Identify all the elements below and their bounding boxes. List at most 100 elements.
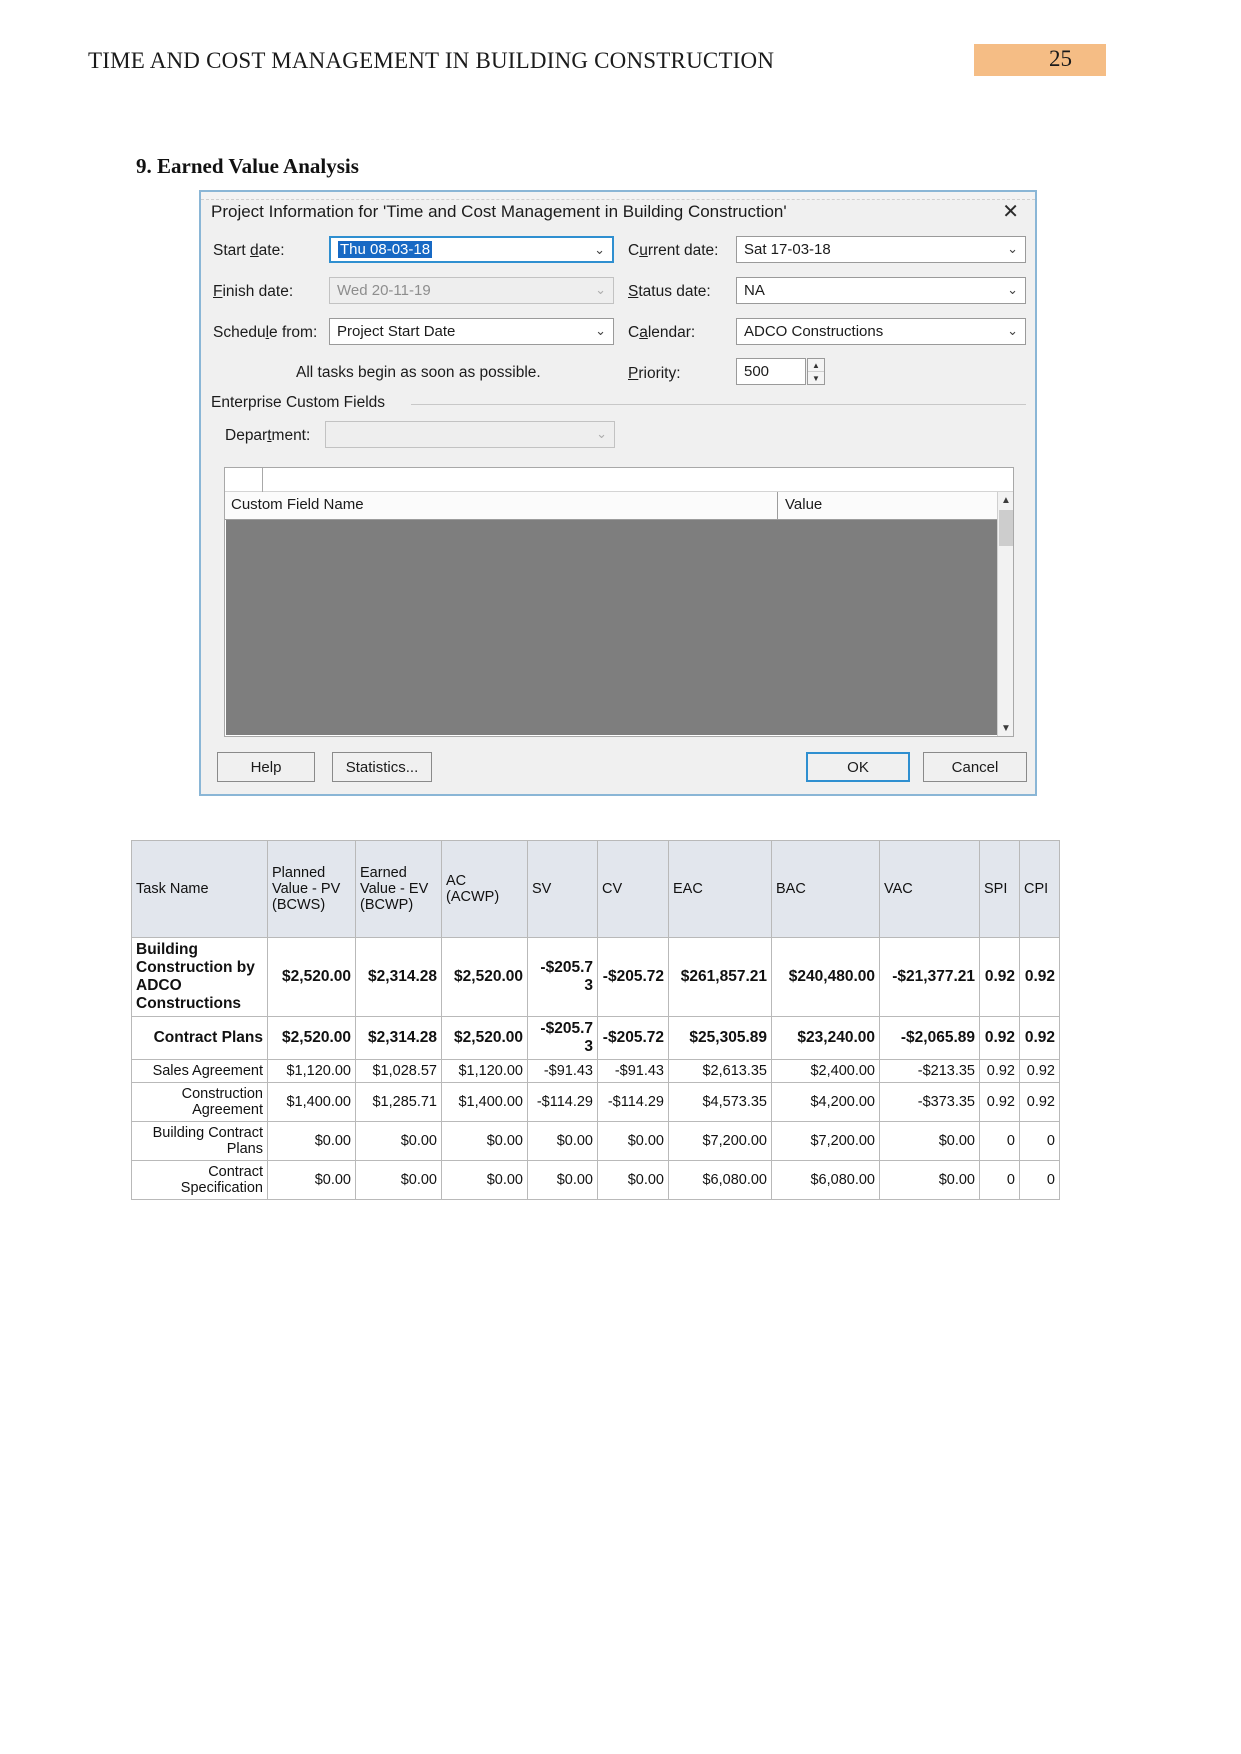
- cell-sv: -$205.73: [527, 1016, 598, 1060]
- grid-vertical-scrollbar[interactable]: ▲ ▼: [997, 492, 1013, 736]
- scrollbar-thumb[interactable]: [999, 510, 1013, 546]
- cancel-button[interactable]: Cancel: [923, 752, 1027, 782]
- earned-value-analysis-table: Task Name Planned Value - PV (BCWS) Earn…: [131, 840, 1060, 1200]
- chevron-down-icon: ⌄: [595, 323, 606, 338]
- cell-cpi: 0: [1019, 1160, 1060, 1200]
- cell-ac: $0.00: [441, 1121, 528, 1161]
- cell-bac: $2,400.00: [771, 1059, 880, 1083]
- page-number-badge: 25: [974, 44, 1106, 76]
- stepper-up-icon[interactable]: ▲: [808, 359, 824, 372]
- cell-sv: $0.00: [527, 1121, 598, 1161]
- cell-vac: -$2,065.89: [879, 1016, 980, 1060]
- table-header-row: Task Name Planned Value - PV (BCWS) Earn…: [131, 840, 1060, 938]
- start-date-label: Start date:: [213, 242, 285, 259]
- ok-button[interactable]: OK: [806, 752, 910, 782]
- status-date-label: Status date:: [628, 283, 711, 300]
- close-icon[interactable]: ✕: [1002, 202, 1019, 222]
- cell-cpi: 0.92: [1019, 1016, 1060, 1060]
- chevron-down-icon: ⌄: [1007, 241, 1018, 256]
- cell-eac: $7,200.00: [668, 1121, 772, 1161]
- help-button-label: Help: [250, 758, 282, 776]
- cell-ac: $2,520.00: [441, 1016, 528, 1060]
- table-row: Building Contract Plans $0.00 $0.00 $0.00 $0…: [131, 1121, 1060, 1161]
- cell-ev: $1,285.71: [355, 1082, 442, 1122]
- finish-date-value: Wed 20-11-19: [337, 282, 431, 299]
- document-title: TIME AND COST MANAGEMENT IN BUILDING CON…: [88, 48, 775, 73]
- cell-sv: $0.00: [527, 1160, 598, 1200]
- cell-ev: $1,028.57: [355, 1059, 442, 1083]
- cell-ac: $0.00: [441, 1160, 528, 1200]
- cell-ev: $2,314.28: [355, 937, 442, 1017]
- cell-vac: -$21,377.21: [879, 937, 980, 1017]
- table-row: Building Construction by ADCO Constructi…: [131, 937, 1060, 1017]
- cell-cpi: 0.92: [1019, 1082, 1060, 1122]
- cell-bac: $23,240.00: [771, 1016, 880, 1060]
- cell-vac: $0.00: [879, 1121, 980, 1161]
- calendar-combo[interactable]: ADCO Constructions ⌄: [736, 318, 1026, 345]
- current-date-combo[interactable]: Sat 17-03-18 ⌄: [736, 236, 1026, 263]
- grid-top-bar: [225, 468, 1013, 492]
- chevron-down-icon: ⌄: [595, 282, 606, 297]
- col-earned-value: Earned Value - EV (BCWP): [355, 840, 442, 938]
- cell-sv: -$114.29: [527, 1082, 598, 1122]
- cell-pv: $1,120.00: [267, 1059, 356, 1083]
- group-divider: [411, 404, 1026, 405]
- project-information-dialog: Project Information for 'Time and Cost M…: [199, 190, 1037, 796]
- cell-pv: $1,400.00: [267, 1082, 356, 1122]
- priority-value: 500: [744, 363, 770, 380]
- finish-date-label: Finish date:: [213, 283, 294, 300]
- col-planned-value: Planned Value - PV (BCWS): [267, 840, 356, 938]
- section-heading: 9. Earned Value Analysis: [136, 154, 359, 178]
- cell-bac: $7,200.00: [771, 1121, 880, 1161]
- calendar-value: ADCO Constructions: [744, 323, 884, 340]
- help-button[interactable]: Help: [217, 752, 315, 782]
- cell-cv: -$205.72: [597, 937, 669, 1017]
- cancel-button-label: Cancel: [951, 758, 999, 776]
- chevron-down-icon: ⌄: [1007, 282, 1018, 297]
- cell-task-name: Building Construction by ADCO Constructi…: [131, 937, 268, 1017]
- cell-task-name: Sales Agreement: [131, 1059, 268, 1083]
- status-date-combo[interactable]: NA ⌄: [736, 277, 1026, 304]
- start-date-value: Thu 08-03-18: [338, 241, 433, 258]
- scroll-down-icon[interactable]: ▼: [998, 720, 1014, 736]
- col-sv: SV: [527, 840, 598, 938]
- cell-ac: $2,520.00: [441, 937, 528, 1017]
- col-eac: EAC: [668, 840, 772, 938]
- scroll-up-icon[interactable]: ▲: [998, 492, 1014, 508]
- grid-header-row: Custom Field Name Value: [225, 492, 1013, 520]
- earned-value-analysis-table-wrapper: Task Name Planned Value - PV (BCWS) Earn…: [131, 840, 1060, 1200]
- priority-input[interactable]: 500: [736, 358, 806, 385]
- cell-cv: -$205.72: [597, 1016, 669, 1060]
- table-row: Sales Agreement $1,120.00 $1,028.57 $1,120.…: [131, 1059, 1060, 1083]
- chevron-down-icon: ⌄: [596, 426, 607, 441]
- grid-col-custom-field-name: Custom Field Name: [231, 496, 364, 513]
- cell-cv: -$114.29: [597, 1082, 669, 1122]
- chevron-down-icon: ⌄: [1007, 323, 1018, 338]
- page-header: TIME AND COST MANAGEMENT IN BUILDING CON…: [0, 44, 1241, 88]
- cell-cpi: 0: [1019, 1121, 1060, 1161]
- schedule-from-combo[interactable]: Project Start Date ⌄: [329, 318, 614, 345]
- cell-cpi: 0.92: [1019, 1059, 1060, 1083]
- priority-label: Priority:: [628, 365, 681, 382]
- cell-vac: -$373.35: [879, 1082, 980, 1122]
- schedule-from-value: Project Start Date: [337, 323, 456, 340]
- dialog-title: Project Information for 'Time and Cost M…: [211, 202, 787, 221]
- cell-ac: $1,120.00: [441, 1059, 528, 1083]
- grid-corner-cell: [225, 468, 263, 492]
- statistics-button[interactable]: Statistics...: [332, 752, 432, 782]
- dialog-top-stripe: [201, 192, 1035, 200]
- page-number: 25: [1049, 46, 1072, 71]
- grid-col-value: Value: [785, 496, 823, 513]
- department-combo[interactable]: ⌄: [325, 421, 615, 448]
- stepper-down-icon[interactable]: ▼: [808, 372, 824, 384]
- chevron-down-icon: ⌄: [594, 242, 605, 257]
- cell-ac: $1,400.00: [441, 1082, 528, 1122]
- custom-fields-grid[interactable]: Custom Field Name Value ▲ ▼: [224, 467, 1014, 737]
- start-date-combo[interactable]: Thu 08-03-18 ⌄: [329, 236, 614, 263]
- cell-cv: -$91.43: [597, 1059, 669, 1083]
- all-tasks-note: All tasks begin as soon as possible.: [296, 364, 541, 381]
- cell-vac: -$213.35: [879, 1059, 980, 1083]
- cell-task-name: Building Contract Plans: [131, 1121, 268, 1161]
- priority-stepper[interactable]: ▲ ▼: [807, 358, 825, 385]
- status-date-value: NA: [744, 282, 765, 299]
